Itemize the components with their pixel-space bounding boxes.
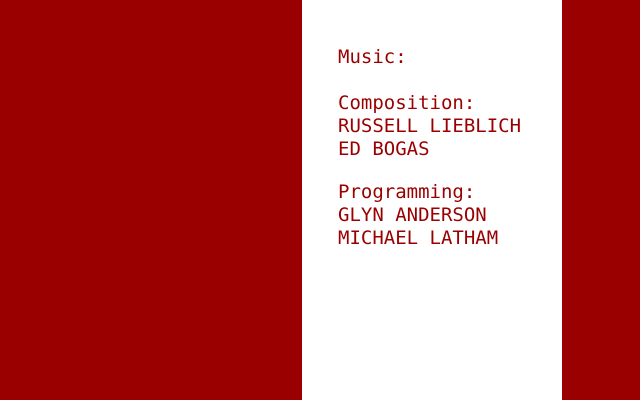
music-heading: Music: [338,46,407,68]
composer-name: ED BOGAS [338,138,430,160]
composer-name: RUSSELL LIEBLICH [338,115,522,137]
left-red-band [0,0,302,400]
credits-text-block: Music: Composition: RUSSELL LIEBLICH ED … [338,46,558,250]
composition-label: Composition: [338,92,476,114]
programmer-name: GLYN ANDERSON [338,204,487,226]
programmer-name: MICHAEL LATHAM [338,227,499,249]
programming-label: Programming: [338,181,476,203]
right-red-band [562,0,640,400]
